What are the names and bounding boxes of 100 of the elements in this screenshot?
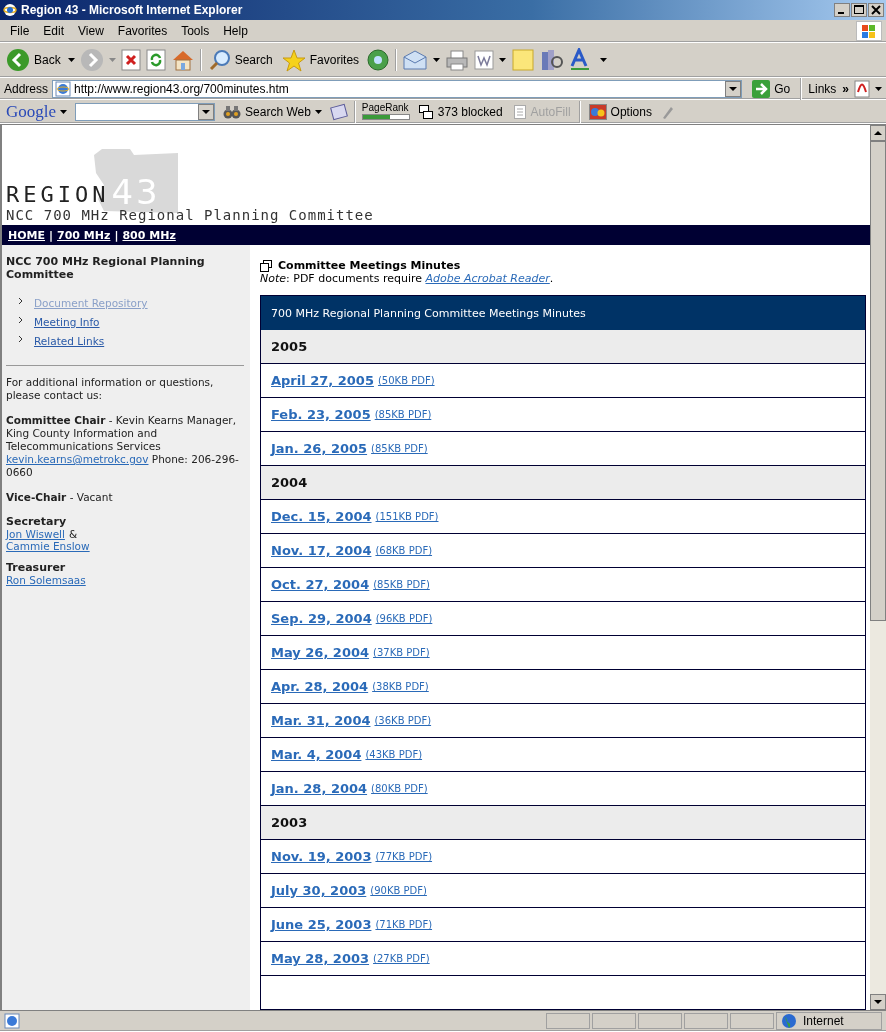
zone-label: Internet bbox=[803, 1014, 844, 1028]
options-button[interactable]: Options bbox=[586, 100, 654, 123]
acrobat-link[interactable]: Adobe Acrobat Reader bbox=[425, 272, 550, 285]
close-button[interactable] bbox=[868, 3, 884, 17]
chevron-icon bbox=[18, 297, 24, 305]
menu-item[interactable]: File bbox=[4, 22, 36, 40]
status-panel bbox=[546, 1013, 590, 1029]
scroll-down-button[interactable] bbox=[870, 994, 886, 1010]
go-button[interactable]: Go bbox=[746, 77, 797, 100]
sidebar-link[interactable]: Meeting Info bbox=[34, 316, 100, 328]
minutes-link[interactable]: April 27, 2005 bbox=[271, 373, 374, 388]
minutes-link[interactable]: Dec. 15, 2004 bbox=[271, 509, 372, 524]
minutes-link[interactable]: July 30, 2003 bbox=[271, 883, 367, 898]
address-field[interactable]: http://www.region43.org/700minutes.htm bbox=[52, 79, 743, 98]
minutes-link[interactable]: Apr. 28, 2004 bbox=[271, 679, 369, 694]
file-size-link[interactable]: (85KB PDF) bbox=[374, 409, 432, 420]
chevron-button[interactable]: » bbox=[842, 81, 849, 96]
minutes-link[interactable]: Jan. 28, 2004 bbox=[271, 781, 368, 796]
minutes-link[interactable]: June 25, 2003 bbox=[271, 917, 372, 932]
file-size-link[interactable]: (80KB PDF) bbox=[371, 783, 428, 794]
search-web-button[interactable]: Search Web bbox=[221, 100, 324, 123]
menu-item[interactable]: Help bbox=[217, 22, 254, 40]
role-heading: Secretary bbox=[6, 516, 68, 528]
pagerank-meter[interactable]: PageRank bbox=[361, 103, 410, 120]
nav-link[interactable]: 700 MHz bbox=[57, 228, 111, 242]
file-size-link[interactable]: (36KB PDF) bbox=[374, 715, 432, 726]
minimize-button[interactable] bbox=[834, 3, 850, 17]
file-size-link[interactable]: (43KB PDF) bbox=[365, 749, 423, 760]
scroll-thumb[interactable] bbox=[870, 141, 886, 621]
favorites-button[interactable]: Favorites bbox=[279, 49, 362, 71]
browser-logo-icon bbox=[3, 3, 17, 17]
windows-icon bbox=[260, 259, 272, 272]
minutes-link[interactable]: Mar. 4, 2004 bbox=[271, 747, 362, 762]
minutes-link[interactable]: Nov. 19, 2003 bbox=[271, 849, 372, 864]
nav-separator: | bbox=[114, 228, 119, 242]
pdf-icon[interactable] bbox=[853, 79, 871, 98]
nav-link[interactable]: 800 MHz bbox=[122, 228, 176, 242]
person-link[interactable]: Jon Wiswell bbox=[6, 528, 65, 540]
file-size-link[interactable]: (38KB PDF) bbox=[372, 681, 429, 692]
dropdown-button[interactable] bbox=[198, 103, 215, 120]
file-size-link[interactable]: (50KB PDF) bbox=[377, 375, 435, 386]
minutes-link[interactable]: Sep. 29, 2004 bbox=[271, 611, 372, 626]
year-heading: 2005 bbox=[261, 330, 865, 364]
file-size-link[interactable]: (85KB PDF) bbox=[373, 579, 430, 590]
sidebar-title: NCC 700 MHz Regional Planning Committee bbox=[6, 255, 206, 281]
minutes-link[interactable]: Feb. 23, 2005 bbox=[271, 407, 371, 422]
address-label: Address bbox=[4, 81, 49, 96]
minutes-link[interactable]: Nov. 17, 2004 bbox=[271, 543, 372, 558]
nav-separator: | bbox=[49, 228, 54, 242]
minutes-link[interactable]: May 28, 2003 bbox=[271, 951, 370, 966]
file-size-link[interactable]: (96KB PDF) bbox=[375, 613, 433, 624]
dropdown-arrow-icon[interactable] bbox=[499, 58, 507, 62]
google-menu-button[interactable]: Google bbox=[4, 100, 70, 123]
file-size-link[interactable]: (27KB PDF) bbox=[373, 953, 430, 964]
note-text: Note: PDF documents require Adobe Acrobat Reader. bbox=[260, 272, 555, 285]
star-icon bbox=[281, 48, 306, 72]
person-link[interactable]: Cammie Enslow bbox=[6, 540, 90, 552]
minutes-link[interactable]: May 26, 2004 bbox=[271, 645, 370, 660]
file-size-link[interactable]: (37KB PDF) bbox=[373, 647, 430, 658]
menu-item[interactable]: Tools bbox=[175, 22, 216, 40]
page-icon bbox=[4, 1013, 20, 1029]
nav-link[interactable]: HOME bbox=[8, 228, 46, 242]
chevron-icon bbox=[18, 335, 24, 343]
chair-info: Committee Chair - Kevin Kearns Manager, King County Information and Telecommunications Services kevin.kearns@metrokc.gov Phone: 206-296-0660 bbox=[6, 414, 240, 479]
file-size-link[interactable]: (151KB PDF) bbox=[375, 511, 439, 522]
refresh-icon[interactable] bbox=[145, 49, 166, 71]
scroll-up-button[interactable] bbox=[870, 125, 886, 141]
binoculars-icon bbox=[223, 103, 242, 120]
file-size-link[interactable]: (71KB PDF) bbox=[375, 919, 433, 930]
menu-item[interactable]: Favorites bbox=[111, 22, 174, 40]
menu-item[interactable]: Edit bbox=[37, 22, 71, 40]
minutes-link[interactable]: Oct. 27, 2004 bbox=[271, 577, 370, 592]
search-field[interactable] bbox=[75, 102, 216, 121]
sidebar-link[interactable]: Related Links bbox=[34, 335, 105, 347]
maximize-button[interactable] bbox=[851, 3, 867, 17]
year-heading: 2003 bbox=[261, 806, 865, 840]
stop-icon[interactable] bbox=[120, 49, 141, 71]
word-document-icon[interactable] bbox=[474, 50, 495, 70]
dropdown-arrow-icon[interactable] bbox=[875, 86, 882, 91]
minutes-link[interactable]: Jan. 26, 2005 bbox=[271, 441, 368, 456]
dropdown-arrow-icon[interactable] bbox=[433, 58, 441, 62]
back-button[interactable]: Back bbox=[4, 49, 63, 71]
person-link[interactable]: Ron Solemsaas bbox=[6, 574, 86, 586]
dropdown-arrow-icon[interactable] bbox=[67, 58, 75, 62]
ampersand-text: & bbox=[68, 528, 78, 540]
file-size-link[interactable]: (85KB PDF) bbox=[371, 443, 428, 454]
minutes-link[interactable]: Mar. 31, 2004 bbox=[271, 713, 371, 728]
file-size-link[interactable]: (77KB PDF) bbox=[375, 851, 433, 862]
dropdown-button[interactable] bbox=[725, 80, 742, 97]
email-link[interactable]: kevin.kearns@metrokc.gov bbox=[6, 453, 149, 465]
dropdown-arrow-icon[interactable] bbox=[600, 58, 608, 62]
menu-item[interactable]: View bbox=[72, 22, 110, 40]
links-button[interactable]: Links bbox=[806, 77, 839, 100]
dropdown-arrow-icon bbox=[314, 109, 322, 114]
file-size-link[interactable]: (90KB PDF) bbox=[370, 885, 427, 896]
search-button[interactable]: Search bbox=[206, 49, 275, 71]
file-size-link[interactable]: (68KB PDF) bbox=[375, 545, 433, 556]
options-icon bbox=[588, 103, 607, 120]
scrollbar[interactable] bbox=[870, 125, 886, 1010]
popup-blocker-button[interactable]: 373 blocked bbox=[415, 100, 505, 123]
